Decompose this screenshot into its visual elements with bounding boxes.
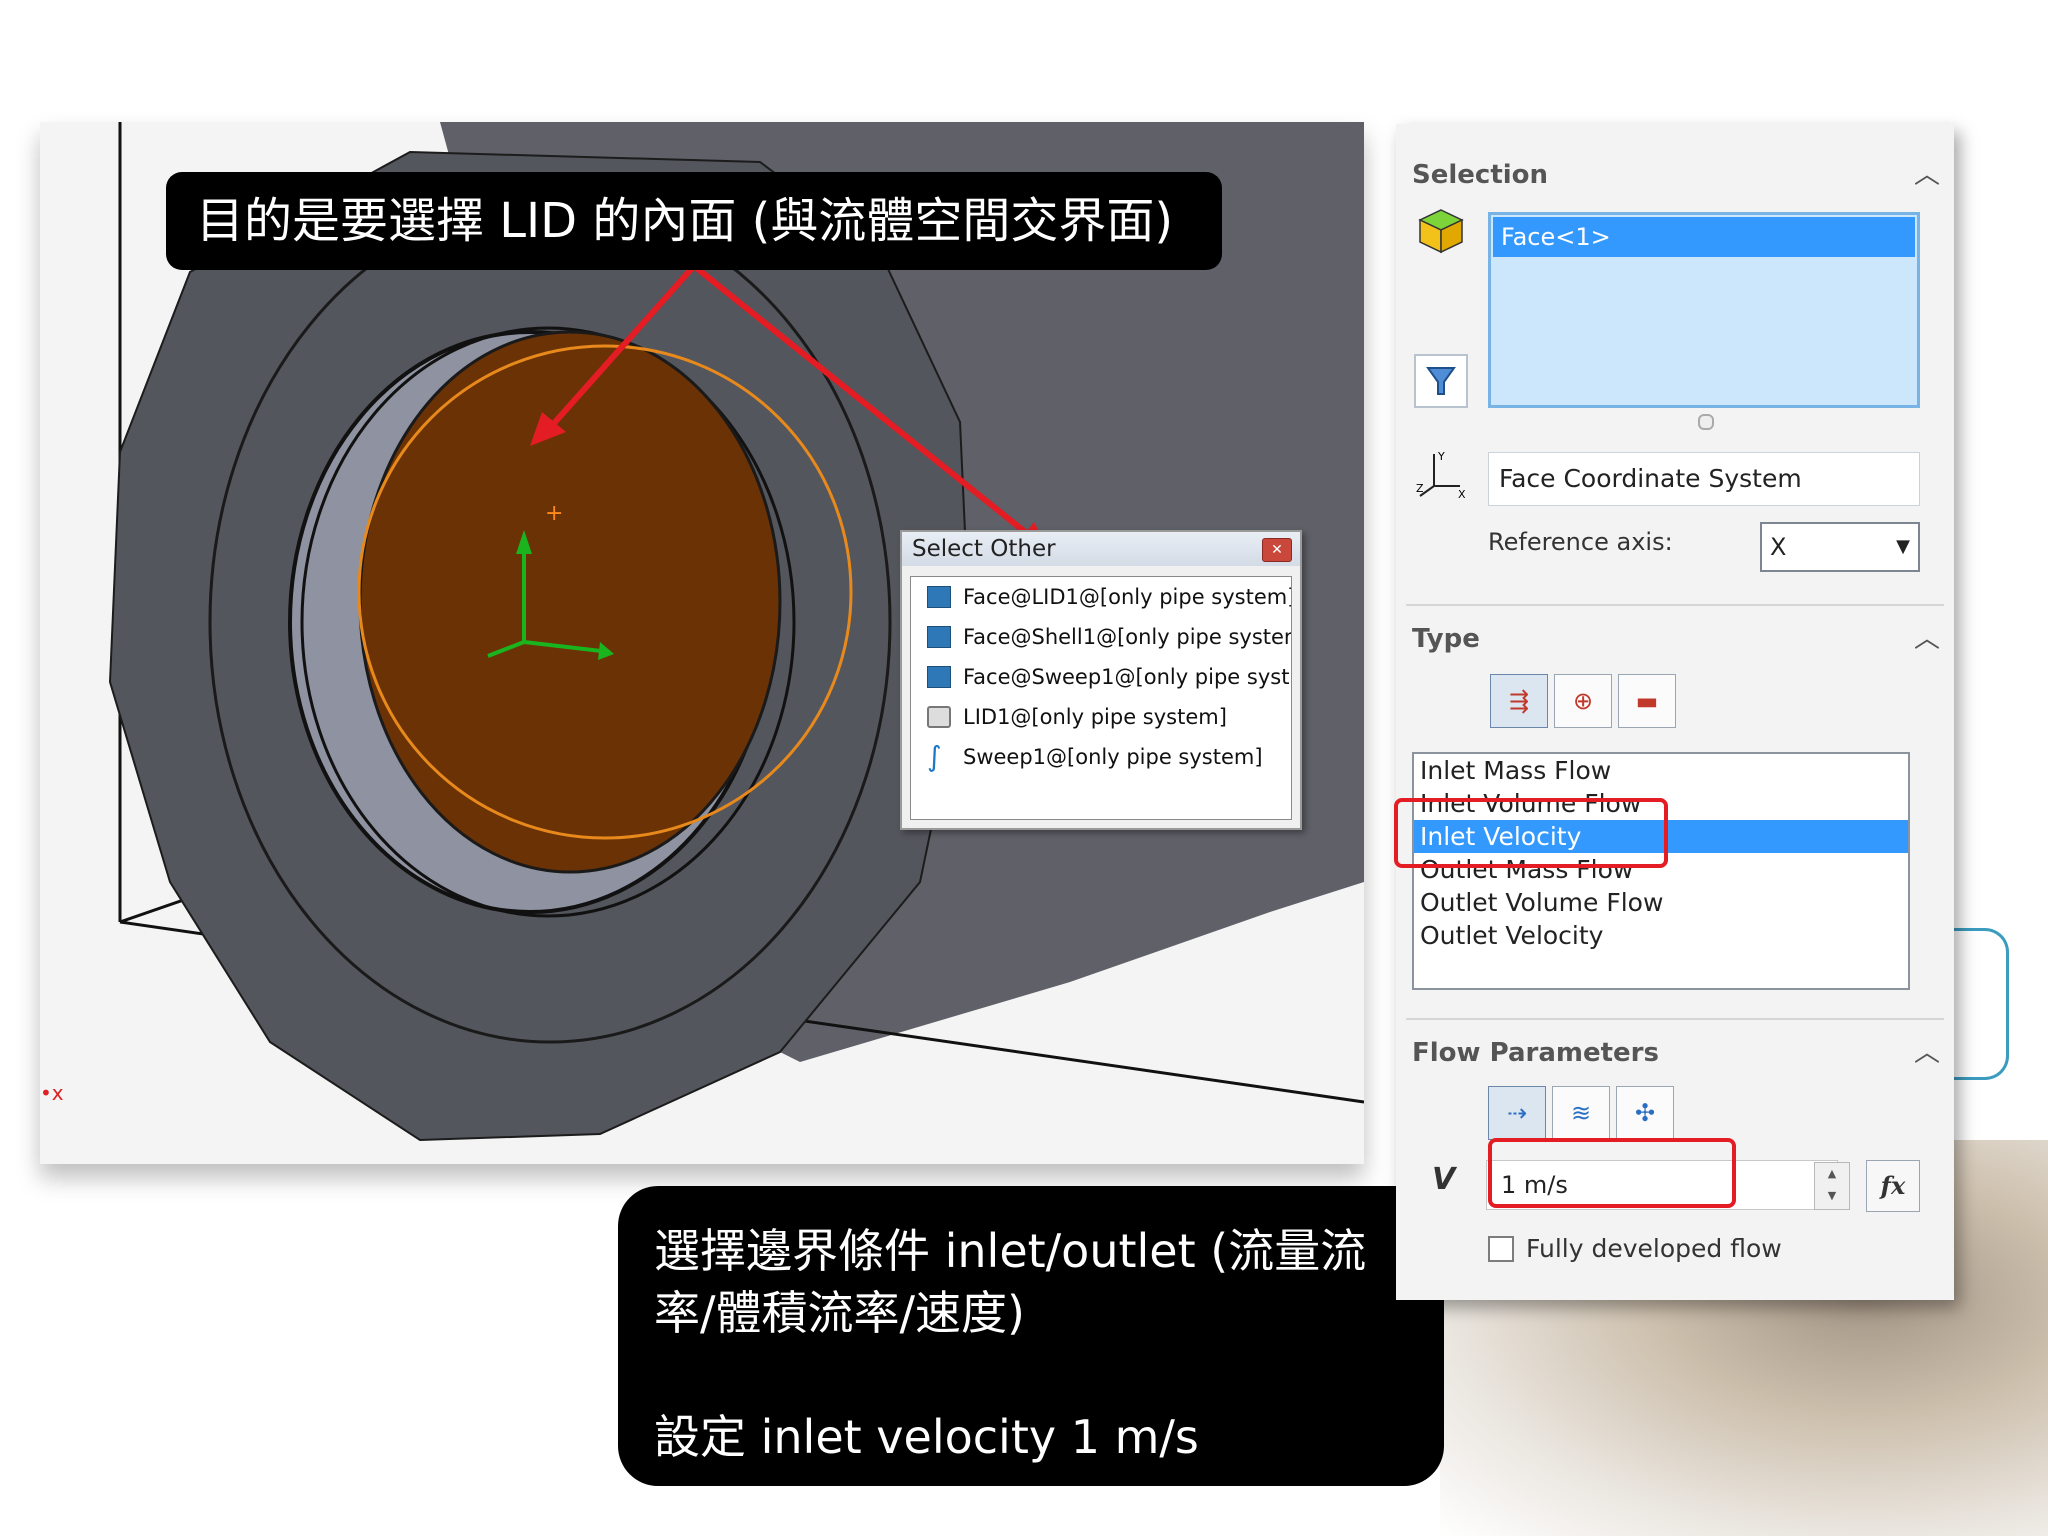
collapse-icon[interactable]: ︿ xyxy=(1914,618,1940,655)
wall-icon[interactable]: ▬ xyxy=(1618,674,1676,728)
list-item[interactable]: Outlet Velocity xyxy=(1414,919,1908,952)
reference-axis-label: Reference axis: xyxy=(1488,528,1673,556)
select-other-dialog[interactable]: Select Other ✕ Face@LID1@[only pipe syst… xyxy=(900,530,1302,830)
list-item[interactable]: Inlet Mass Flow xyxy=(1414,754,1908,787)
svg-text:X: X xyxy=(1458,488,1466,500)
swirl-icon[interactable]: ≋ xyxy=(1552,1086,1610,1140)
list-item[interactable]: Face@Shell1@[only pipe systen xyxy=(911,617,1291,657)
function-button[interactable]: fx xyxy=(1866,1160,1920,1212)
collapse-icon[interactable]: ︿ xyxy=(1914,1032,1940,1069)
close-icon[interactable]: ✕ xyxy=(1262,538,1292,562)
callout-line: 選擇邊界條件 inlet/outlet (流量流 xyxy=(654,1224,1367,1278)
svg-text:Z: Z xyxy=(1416,482,1424,495)
section-divider xyxy=(1406,604,1944,606)
velocity-stepper[interactable]: ▲ ▼ xyxy=(1814,1162,1850,1210)
filter-icon[interactable] xyxy=(1414,354,1468,408)
list-item-label: LID1@[only pipe system] xyxy=(963,705,1227,729)
face-icon xyxy=(927,626,951,648)
list-item[interactable]: LID1@[only pipe system] xyxy=(911,697,1291,737)
section-divider xyxy=(1406,1018,1944,1020)
list-item[interactable]: ∫ Sweep1@[only pipe system] xyxy=(911,737,1291,777)
face-icon xyxy=(927,586,951,608)
selection-list[interactable]: Face<1> xyxy=(1488,212,1920,408)
selection-item[interactable]: Face<1> xyxy=(1493,217,1915,257)
selection-cube-icon xyxy=(1418,209,1464,254)
reference-axis-value: X xyxy=(1770,533,1787,561)
part-icon xyxy=(927,706,951,728)
annotation-callout-top: 目的是要選擇 LID 的內面 (與流體空間交界面) xyxy=(166,172,1222,270)
highlight-inlet-velocity xyxy=(1394,798,1668,868)
boundary-type-list[interactable]: Inlet Mass Flow Inlet Volume Flow Inlet … xyxy=(1412,752,1910,990)
highlight-velocity-value xyxy=(1488,1138,1736,1208)
pressure-openings-icon[interactable]: ⊕ xyxy=(1554,674,1612,728)
collapse-icon[interactable]: ︿ xyxy=(1914,154,1940,191)
section-title-type: Type xyxy=(1412,624,1480,654)
fully-developed-label: Fully developed flow xyxy=(1526,1234,1782,1263)
coordinate-system-icon: Y X Z xyxy=(1414,446,1468,501)
dialog-titlebar[interactable]: Select Other ✕ xyxy=(902,532,1300,566)
section-title-flow-parameters: Flow Parameters xyxy=(1412,1038,1659,1068)
fully-developed-checkbox[interactable] xyxy=(1488,1236,1514,1262)
list-item-label: Face@LID1@[only pipe system] xyxy=(963,585,1292,609)
chevron-down-icon: ▼ xyxy=(1896,536,1910,557)
normal-to-face-icon[interactable]: ⇢ xyxy=(1488,1086,1546,1140)
list-item-label: Sweep1@[only pipe system] xyxy=(963,745,1263,769)
list-item[interactable]: Outlet Volume Flow xyxy=(1414,886,1908,919)
svg-text:Y: Y xyxy=(1437,450,1445,463)
resize-handle[interactable] xyxy=(1698,414,1714,430)
arrow-to-popup xyxy=(692,263,1032,539)
boundary-condition-panel[interactable]: Selection ︿ Face<1> Y X Z Face Coordinate … xyxy=(1396,124,1954,1300)
reference-axis-select[interactable]: X ▼ xyxy=(1760,522,1920,572)
list-item[interactable]: Face@LID1@[only pipe system] xyxy=(911,577,1291,617)
annotation-callout-bottom: 選擇邊界條件 inlet/outlet (流量流 率/體積流率/速度) 設定 i… xyxy=(618,1186,1444,1486)
arrow-to-face xyxy=(545,264,697,432)
dialog-title: Select Other xyxy=(912,536,1056,562)
sweep-icon: ∫ xyxy=(927,740,942,773)
callout-line: 率/體積流率/速度) xyxy=(654,1286,1025,1340)
callout-text: 目的是要選擇 LID 的內面 (與流體空間交界面) xyxy=(196,193,1174,249)
list-item-label: Face@Sweep1@[only pipe syst xyxy=(963,665,1290,689)
face-icon xyxy=(927,666,951,688)
list-item-label: Face@Shell1@[only pipe systen xyxy=(963,625,1292,649)
list-item[interactable]: Face@Sweep1@[only pipe syst xyxy=(911,657,1291,697)
flow-openings-icon[interactable]: ⇶ xyxy=(1490,674,1548,728)
section-title-selection: Selection xyxy=(1412,160,1549,190)
coordinate-system-field[interactable]: Face Coordinate System xyxy=(1488,452,1920,506)
3d-vector-icon[interactable]: ✣ xyxy=(1616,1086,1674,1140)
velocity-symbol: V xyxy=(1432,1162,1456,1197)
select-other-list[interactable]: Face@LID1@[only pipe system] Face@Shell1… xyxy=(910,576,1292,820)
callout-line: 設定 inlet velocity 1 m/s xyxy=(654,1410,1199,1464)
